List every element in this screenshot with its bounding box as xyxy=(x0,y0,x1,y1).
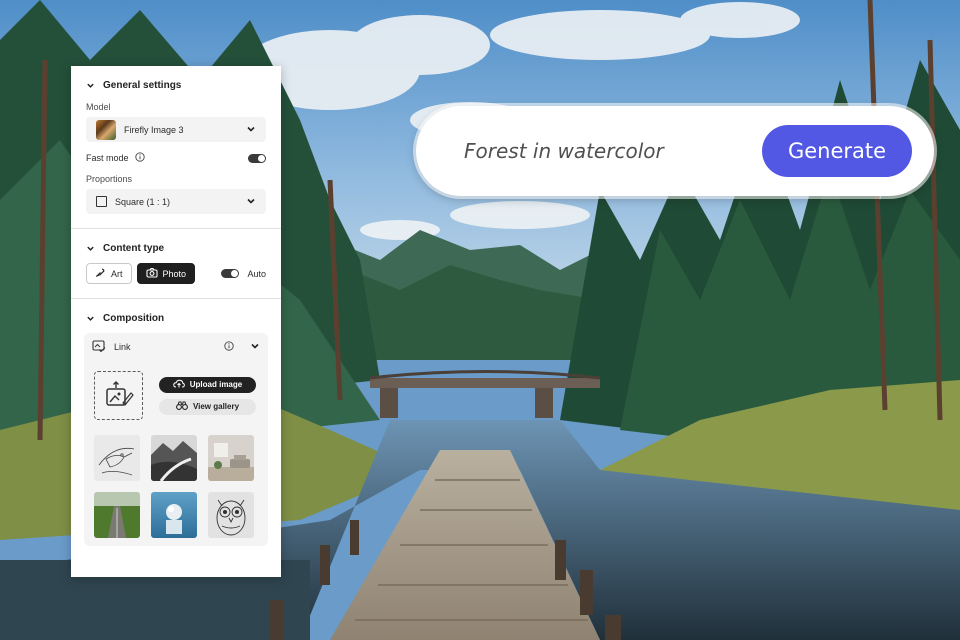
general-settings-header[interactable]: General settings xyxy=(86,78,266,92)
info-icon[interactable] xyxy=(134,152,145,164)
auto-toggle-group: Auto xyxy=(221,269,266,279)
binoculars-icon xyxy=(175,401,188,412)
fast-mode-label: Fast mode xyxy=(86,153,129,163)
thumbnail-green-road[interactable] xyxy=(94,492,140,538)
link-row[interactable]: Link xyxy=(92,339,260,355)
view-gallery-button[interactable]: View gallery xyxy=(159,398,256,415)
chevron-down-icon[interactable] xyxy=(250,341,260,353)
upload-area: Upload image View gallery xyxy=(92,371,260,420)
general-settings-title: General settings xyxy=(103,79,182,91)
settings-panel: General settings Model Firefly Image 3 F… xyxy=(71,66,281,577)
thumbnail-sphere-pedestal[interactable] xyxy=(151,492,197,538)
upload-image-button[interactable]: Upload image xyxy=(159,376,256,393)
fast-mode-row: Fast mode xyxy=(86,152,266,164)
upload-buttons: Upload image View gallery xyxy=(159,376,256,415)
chevron-down-icon xyxy=(86,81,95,90)
proportions-label: Proportions xyxy=(86,174,133,184)
proportions-dropdown[interactable]: Square (1 : 1) xyxy=(86,189,266,214)
view-gallery-label: View gallery xyxy=(192,402,240,411)
image-drop-zone[interactable] xyxy=(94,371,143,420)
image-link-icon xyxy=(92,339,106,355)
prompt-bar: Forest in watercolor Generate xyxy=(416,106,934,196)
model-value: Firefly Image 3 xyxy=(124,124,184,135)
photo-button[interactable]: Photo xyxy=(136,263,196,284)
prompt-input[interactable]: Forest in watercolor xyxy=(464,139,762,163)
chevron-down-icon xyxy=(246,124,256,136)
composition-header[interactable]: Composition xyxy=(86,311,266,325)
cloud-upload-icon xyxy=(173,379,185,390)
art-button[interactable]: Art xyxy=(86,263,132,284)
chevron-down-icon xyxy=(86,244,95,253)
chevron-down-icon xyxy=(86,314,95,323)
reference-thumbnail-grid xyxy=(92,435,260,538)
art-label: Art xyxy=(111,268,123,279)
model-label: Model xyxy=(86,102,111,112)
thumbnail-bird-sketch[interactable] xyxy=(94,435,140,481)
upload-image-label: Upload image xyxy=(189,380,243,389)
content-type-title: Content type xyxy=(103,242,165,254)
composition-title: Composition xyxy=(103,312,165,324)
upload-image-icon xyxy=(104,380,134,411)
proportions-value: Square (1 : 1) xyxy=(115,196,171,207)
composition-section: Composition Link Upload image View galle… xyxy=(71,299,281,546)
fast-mode-toggle[interactable] xyxy=(248,153,266,163)
link-label: Link xyxy=(114,342,131,352)
camera-icon xyxy=(145,267,158,280)
auto-label: Auto xyxy=(247,268,266,279)
auto-toggle[interactable] xyxy=(221,269,240,278)
photo-label: Photo xyxy=(162,268,187,279)
brush-icon xyxy=(95,267,106,280)
model-dropdown[interactable]: Firefly Image 3 xyxy=(86,117,266,142)
thumbnail-owl-sketch[interactable] xyxy=(208,492,254,538)
thumbnail-mountain-river[interactable] xyxy=(151,435,197,481)
thumbnail-living-room[interactable] xyxy=(208,435,254,481)
composition-reference-card: Link Upload image View gallery xyxy=(84,333,268,546)
general-settings-section: General settings Model Firefly Image 3 F… xyxy=(71,66,281,214)
square-aspect-icon xyxy=(96,196,107,207)
content-type-section: Content type Art Photo Auto xyxy=(71,229,281,284)
model-thumbnail xyxy=(96,119,116,140)
info-icon[interactable] xyxy=(224,341,234,353)
generate-button[interactable]: Generate xyxy=(762,125,912,177)
chevron-down-icon xyxy=(246,196,256,208)
content-type-header[interactable]: Content type xyxy=(86,241,266,255)
content-type-row: Art Photo Auto xyxy=(86,263,266,284)
